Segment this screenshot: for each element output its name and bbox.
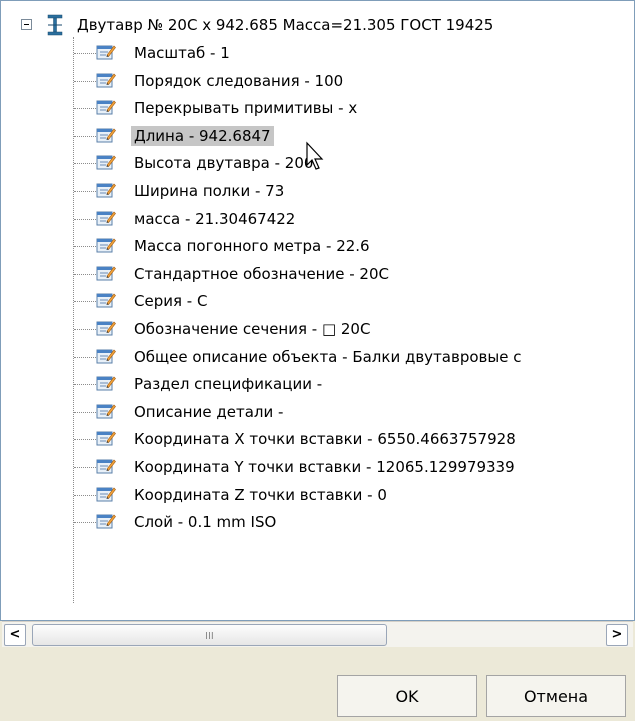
tree-item-label[interactable]: Обозначение сечения - □ 20С [131, 319, 373, 339]
tree-item[interactable]: Высота двутавра - 200 [1, 151, 634, 175]
tree-item[interactable]: Координата Z точки вставки - 0 [1, 483, 634, 507]
tree-item[interactable]: Обозначение сечения - □ 20С [1, 317, 634, 341]
property-edit-icon [96, 264, 116, 282]
tree-item-label[interactable]: Высота двутавра - 200 [131, 153, 316, 173]
tree-item-label[interactable]: Длина - 942.6847 [131, 125, 274, 146]
tree-item-label[interactable]: Перекрывать примитивы - x [131, 98, 360, 118]
tree-connector [74, 135, 96, 137]
tree-item-label[interactable]: Координата Z точки вставки - 0 [131, 485, 390, 505]
property-edit-icon [96, 71, 116, 89]
tree-connector [74, 163, 96, 165]
tree-connector [74, 522, 96, 524]
tree-item-label[interactable]: Общее описание объекта - Балки двутавров… [131, 347, 524, 367]
property-edit-icon [96, 374, 116, 392]
tree-item[interactable]: Серия - С [1, 289, 634, 313]
tree-item[interactable]: Раздел спецификации - [1, 372, 634, 396]
tree-item[interactable]: Перекрывать примитивы - x [1, 96, 634, 120]
tree-item-label[interactable]: Описание детали - [131, 402, 286, 422]
tree-item[interactable]: Описание детали - [1, 400, 634, 424]
property-tree[interactable]: Двутавр № 20С x 942.685 Масса=21.305 ГОС… [0, 0, 635, 621]
tree-item[interactable]: Координата X точки вставки - 6550.466375… [1, 427, 634, 451]
tree-item-label[interactable]: Масштаб - 1 [131, 43, 233, 63]
cancel-button[interactable]: Отмена [486, 675, 626, 717]
scroll-left-button[interactable]: < [4, 624, 26, 646]
property-edit-icon [96, 457, 116, 475]
tree-connector [74, 218, 96, 220]
tree-item-label[interactable]: масса - 21.30467422 [131, 209, 298, 229]
tree-item[interactable]: Масштаб - 1 [1, 41, 634, 65]
i-beam-icon [47, 14, 63, 36]
tree-item-label[interactable]: Стандартное обозначение - 20С [131, 264, 392, 284]
tree-connector [74, 439, 96, 441]
property-edit-icon [96, 402, 116, 420]
property-edit-icon [96, 319, 116, 337]
tree-item[interactable]: Масса погонного метра - 22.6 [1, 234, 634, 258]
property-edit-icon [96, 181, 116, 199]
property-edit-icon [96, 347, 116, 365]
tree-item-label[interactable]: Координата X точки вставки - 6550.466375… [131, 429, 519, 449]
tree-item-label[interactable]: Порядок следования - 100 [131, 71, 346, 91]
tree-connector [74, 494, 96, 496]
collapse-toggle-icon[interactable] [21, 19, 32, 30]
dialog-footer: OK Отмена [0, 647, 635, 721]
tree-connector [74, 191, 96, 192]
tree-item[interactable]: Общее описание объекта - Балки двутавров… [1, 345, 634, 369]
tree-connector [74, 411, 96, 413]
tree-item[interactable]: Порядок следования - 100 [1, 69, 634, 93]
tree-item[interactable]: Длина - 942.6847 [1, 124, 634, 148]
tree-connector [74, 301, 96, 303]
tree-item-label[interactable]: Ширина полки - 73 [131, 181, 287, 201]
property-edit-icon [96, 291, 116, 309]
property-edit-icon [96, 512, 116, 530]
tree-connector [74, 108, 96, 110]
tree-item[interactable]: Ширина полки - 73 [1, 179, 634, 203]
horizontal-scrollbar[interactable]: < III > [2, 621, 633, 647]
property-edit-icon [96, 429, 116, 447]
tree-item-label[interactable]: Раздел спецификации - [131, 374, 325, 394]
tree-item[interactable]: Стандартное обозначение - 20С [1, 262, 634, 286]
tree-connector [74, 273, 96, 275]
tree-item-label[interactable]: Серия - С [131, 291, 210, 311]
tree-item-label[interactable]: Координата Y точки вставки - 12065.12997… [131, 457, 518, 477]
property-edit-icon [96, 98, 116, 116]
tree-connector [74, 467, 96, 468]
tree-item-label[interactable]: Слой - 0.1 mm ISO [131, 512, 279, 532]
tree-item[interactable]: масса - 21.30467422 [1, 207, 634, 231]
tree-connector [74, 384, 96, 386]
scroll-thumb-grip: III [205, 631, 214, 642]
tree-root-label[interactable]: Двутавр № 20С x 942.685 Масса=21.305 ГОС… [77, 16, 493, 34]
property-edit-icon [96, 236, 116, 254]
tree-connector [74, 80, 96, 82]
tree-connector [74, 329, 96, 330]
property-edit-icon [96, 153, 116, 171]
tree-item[interactable]: Координата Y точки вставки - 12065.12997… [1, 455, 634, 479]
ok-button[interactable]: OK [337, 675, 477, 717]
property-edit-icon [96, 209, 116, 227]
scroll-right-button[interactable]: > [606, 624, 628, 646]
property-edit-icon [96, 43, 116, 61]
tree-connector [74, 53, 96, 54]
scroll-thumb[interactable]: III [32, 624, 387, 646]
property-edit-icon [96, 485, 116, 503]
property-edit-icon [96, 126, 116, 144]
tree-connector [74, 246, 96, 248]
tree-item-label[interactable]: Масса погонного метра - 22.6 [131, 236, 373, 256]
tree-connector [74, 356, 96, 358]
tree-item[interactable]: Слой - 0.1 mm ISO [1, 510, 634, 534]
